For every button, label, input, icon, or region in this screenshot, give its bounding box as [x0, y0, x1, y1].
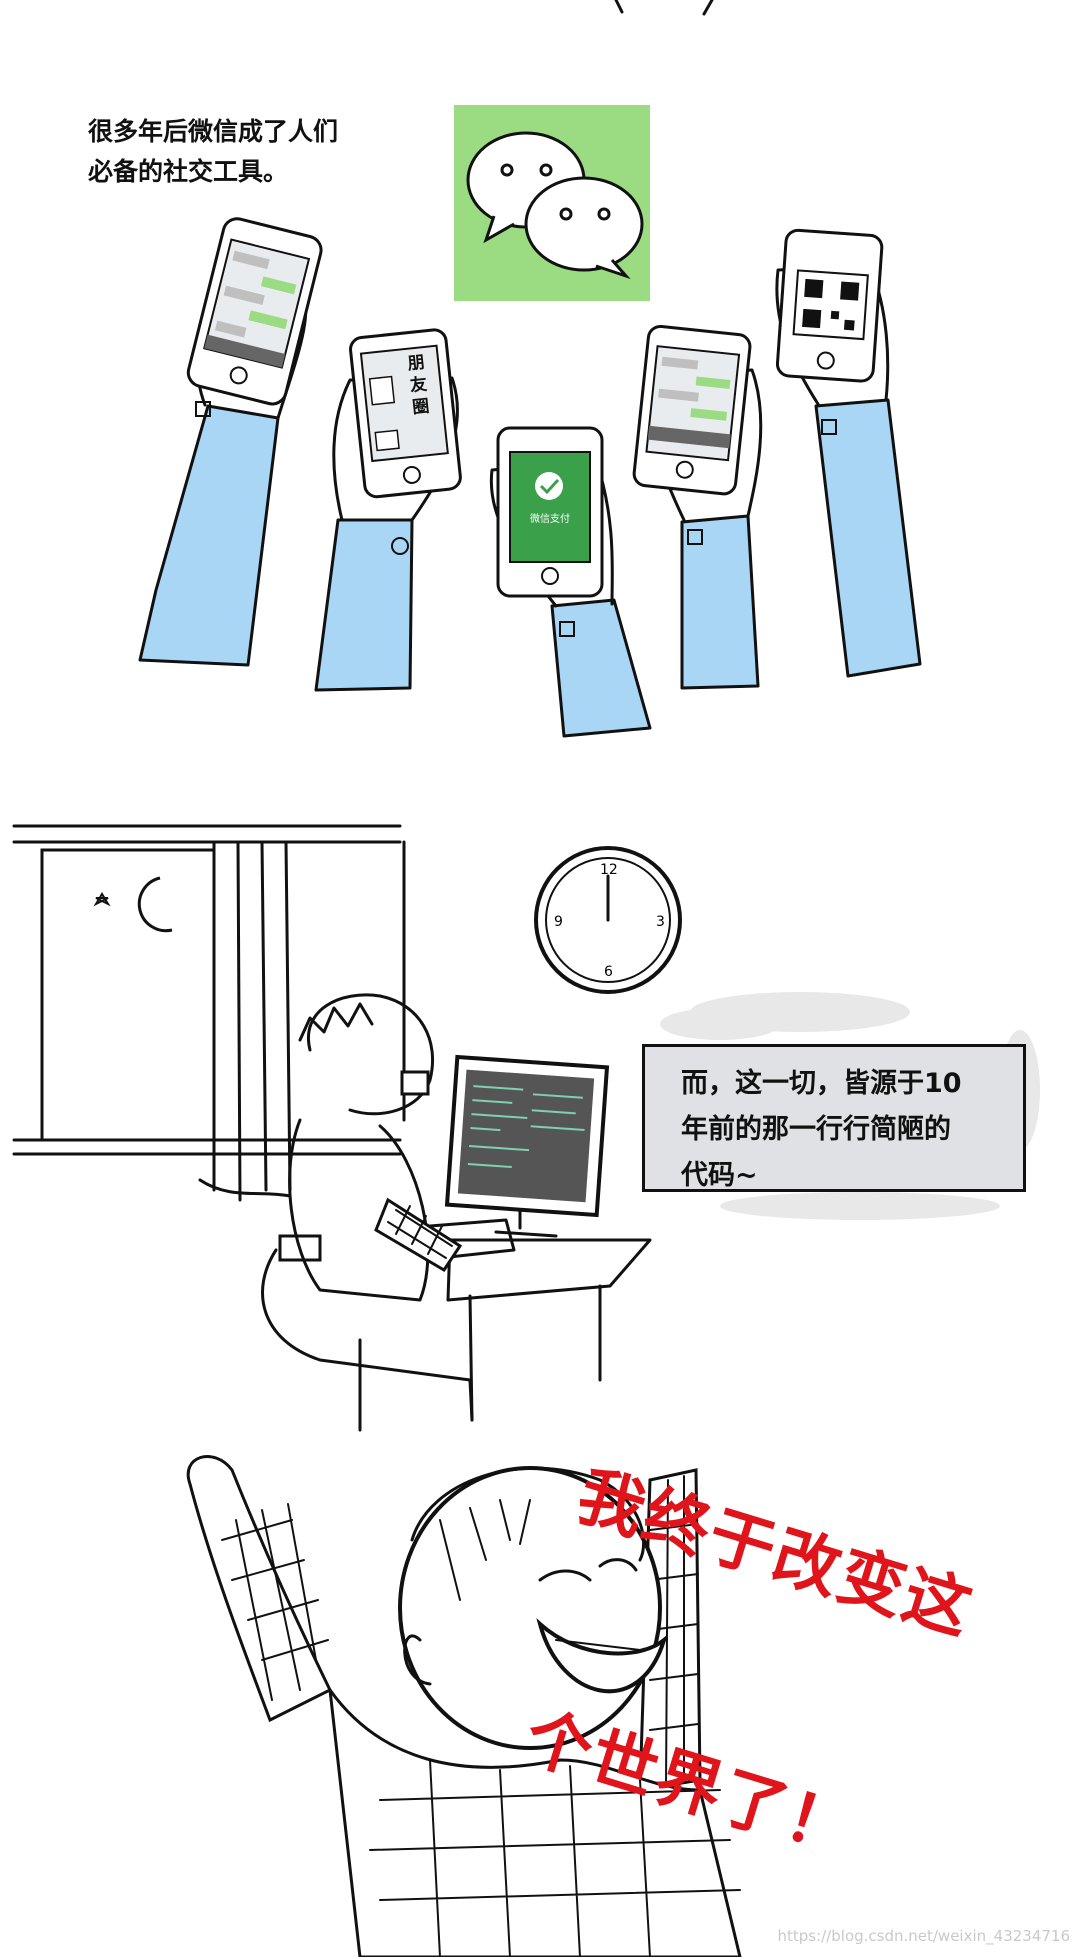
clock-3: 3	[656, 914, 665, 930]
clock-6: 6	[604, 964, 613, 980]
caption-code-origin: 而，这一切，皆源于10 年前的那一行行简陋的 代码~	[642, 1044, 1026, 1192]
arm-1-chat-phone	[138, 217, 323, 667]
stray-strokes	[614, 0, 714, 16]
arm-2-moments-phone	[314, 328, 462, 692]
caption-2-line-2: 年前的那一行行简陋的	[681, 1114, 951, 1145]
moments-char-3: 圈	[411, 396, 431, 419]
clock-9: 9	[554, 914, 563, 930]
comic-page: 12 3 6 9 很多年后微信成了人们 必备的社交工具。 朋 友 圈 微信支付 …	[0, 0, 1080, 1957]
wechat-logo	[454, 105, 650, 301]
curtain	[198, 840, 406, 1202]
caption-1-line-2: 必备的社交工具。	[88, 157, 289, 186]
window-with-moon	[12, 824, 402, 1156]
shout-line-2: 个世界了！	[516, 1697, 864, 1871]
shout-line-1: 我终于改变这	[568, 1456, 982, 1650]
clock-12: 12	[600, 862, 618, 878]
arm-3-pay-phone	[489, 426, 652, 738]
caption-1-line-1: 很多年后微信成了人们	[88, 117, 339, 146]
caption-wechat-essential: 很多年后微信成了人们 必备的社交工具。	[88, 112, 408, 192]
caption-2-line-3: 代码~	[681, 1160, 758, 1191]
moments-char-1: 朋	[406, 352, 426, 375]
watermark: https://blog.csdn.net/weixin_43234716	[777, 1927, 1070, 1945]
wall-clock: 12 3 6 9	[534, 846, 682, 994]
arm-5-qr-phone	[775, 228, 922, 678]
arm-4-chat-phone	[632, 324, 763, 690]
wechat-pay-label: 微信支付	[530, 514, 570, 525]
programmer-at-desk	[261, 993, 652, 1432]
caption-2-line-1: 而，这一切，皆源于10	[681, 1068, 962, 1099]
moments-char-2: 友	[409, 374, 429, 397]
